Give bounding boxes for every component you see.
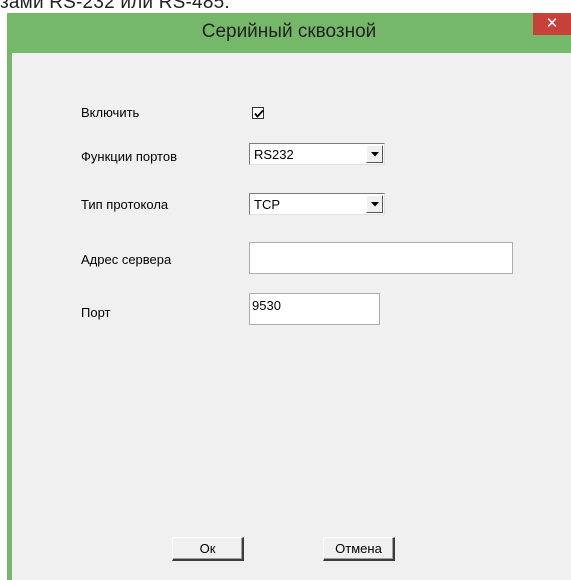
enable-label: Включить [81,105,140,120]
protocol-type-select[interactable]: TCP [249,193,385,215]
background-document-text: зами RS-232 или RS-485. [0,0,230,13]
port-function-value: RS232 [254,147,294,162]
checkmark-icon [254,109,264,118]
title-bar[interactable]: Серийный сквозной ✕ [7,13,571,53]
dialog-body: Включить Функции портов RS232 Тип проток… [12,53,571,580]
protocol-type-dropdown-button[interactable] [366,195,383,213]
serial-passthrough-dialog: Серийный сквозной ✕ Включить Функции пор… [7,13,571,580]
port-label: Порт [81,305,111,320]
cancel-button[interactable]: Отмена [323,537,395,561]
close-button[interactable]: ✕ [533,13,571,35]
server-address-field[interactable] [249,242,513,274]
dropdown-arrow-icon [371,152,379,157]
port-field[interactable] [249,293,380,325]
enable-checkbox[interactable] [252,107,264,119]
server-address-input[interactable] [250,243,512,273]
server-address-label: Адрес сервера [81,252,172,267]
port-function-select[interactable]: RS232 [249,143,385,165]
port-input[interactable] [250,296,379,314]
close-icon: ✕ [545,14,559,32]
dialog-title: Серийный сквозной [201,21,377,42]
dropdown-arrow-icon [371,202,379,207]
port-function-dropdown-button[interactable] [366,145,383,163]
ok-button[interactable]: Ок [172,537,244,561]
protocol-type-label: Тип протокола [81,197,169,212]
protocol-type-value: TCP [254,197,280,212]
port-function-label: Функции портов [81,149,177,164]
